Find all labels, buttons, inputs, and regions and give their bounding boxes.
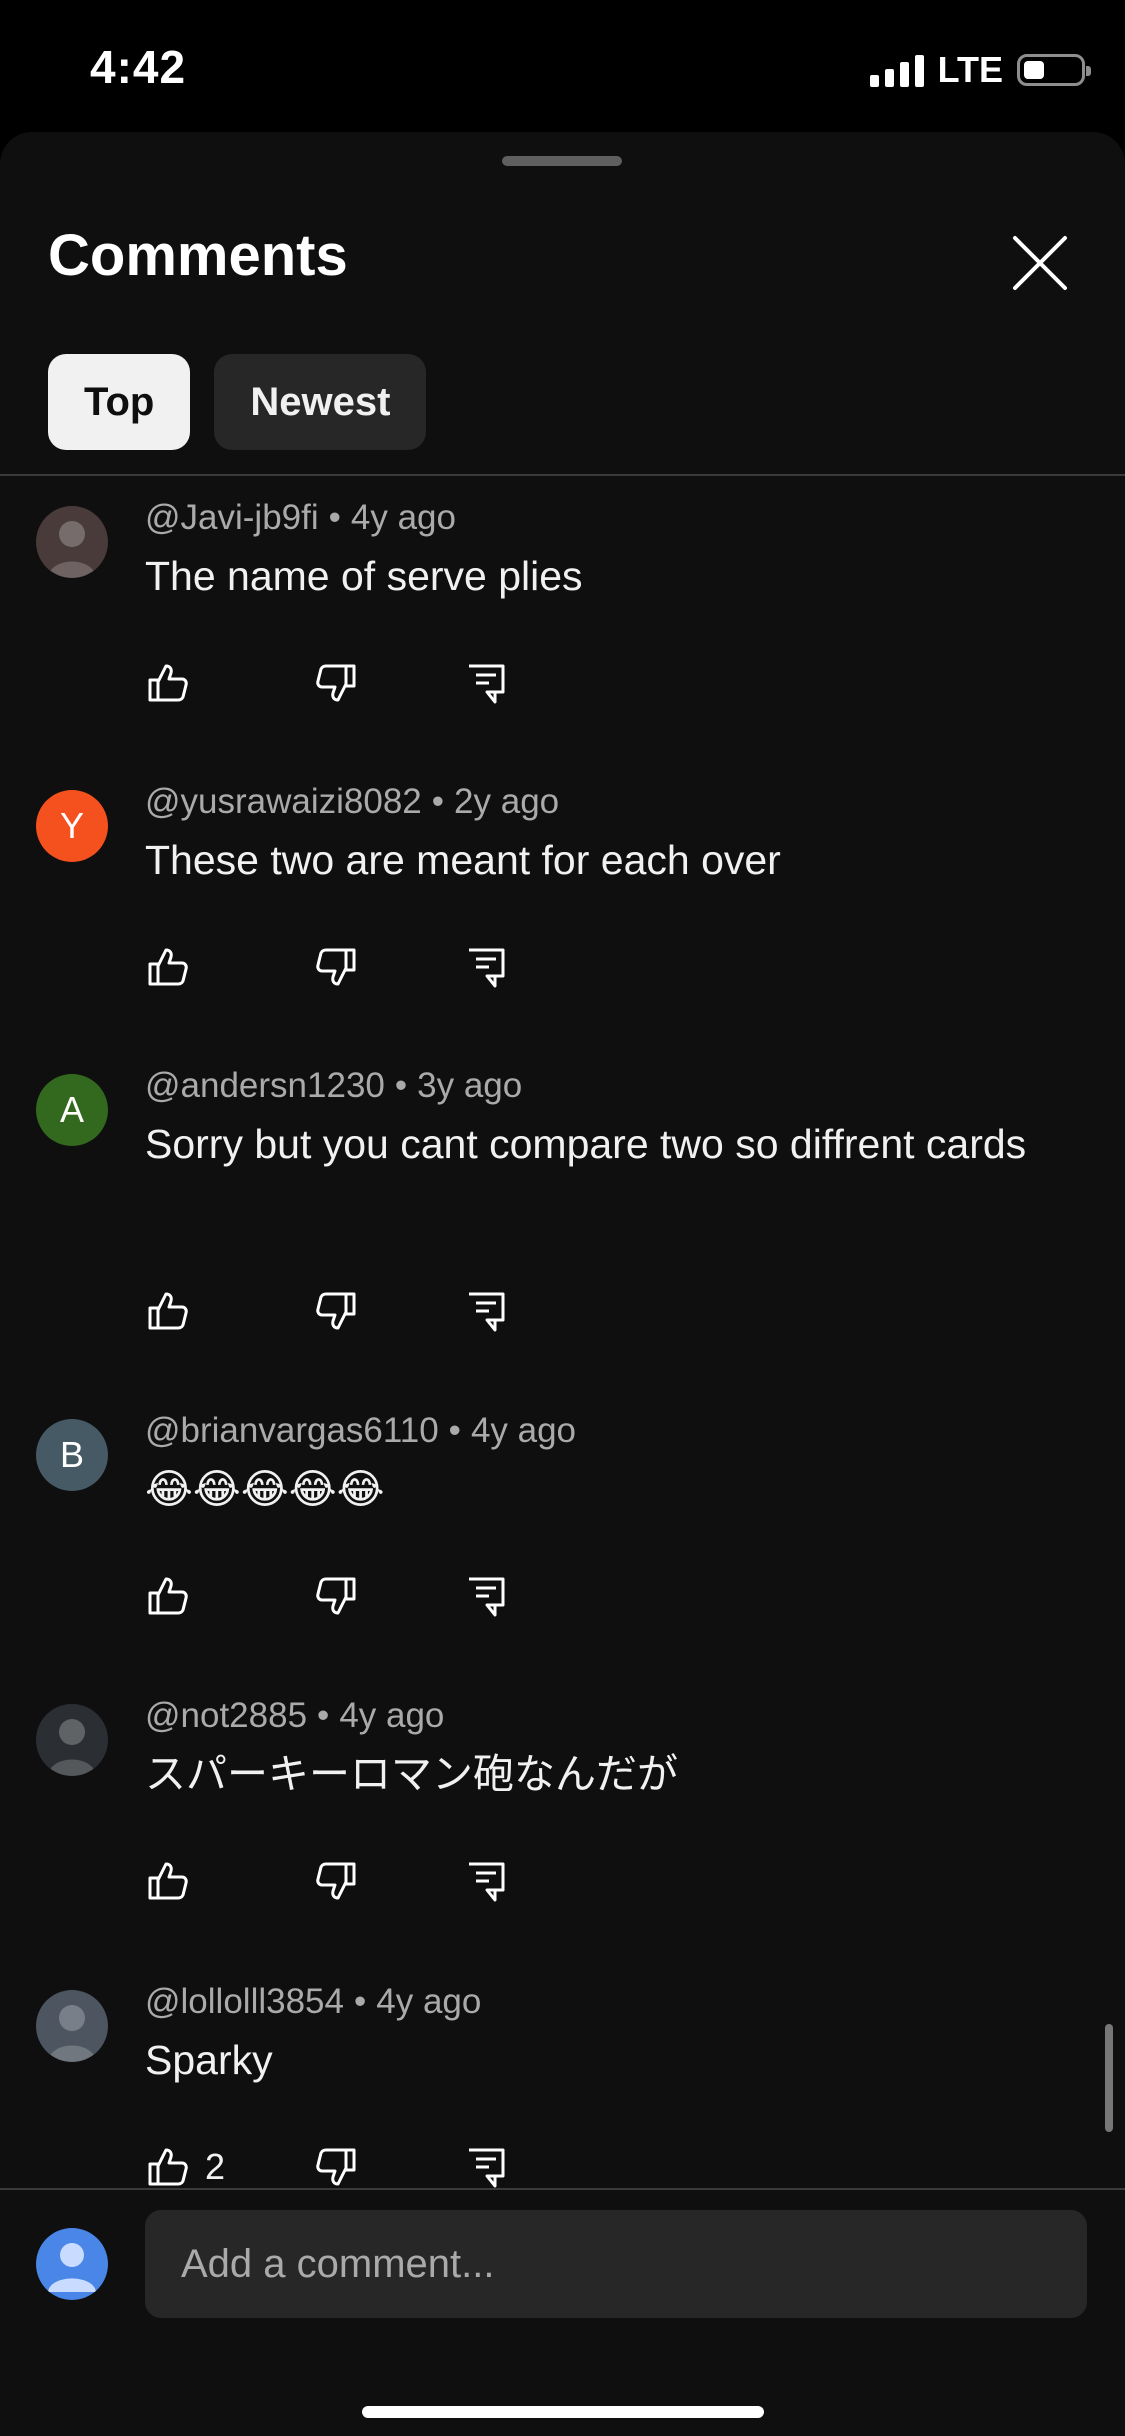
avatar[interactable]: B xyxy=(36,1419,108,1491)
thumb-down-icon xyxy=(313,1292,359,1338)
separator-dot: • xyxy=(448,1411,461,1450)
avatar xyxy=(36,2228,108,2300)
profile-photo-icon xyxy=(48,2005,96,2062)
avatar-letter: B xyxy=(59,1434,84,1475)
reply-button[interactable] xyxy=(463,1858,509,1904)
status-indicators: LTE xyxy=(869,49,1091,90)
reply-icon xyxy=(463,1577,509,1623)
comment-author[interactable]: @lollolll3854 xyxy=(145,1982,344,2021)
comment-meta: @brianvargas6110 • 4y ago xyxy=(145,1411,576,1451)
profile-photo-icon xyxy=(48,521,96,578)
chip-newest[interactable]: Newest xyxy=(214,354,427,450)
like-button[interactable] xyxy=(145,1858,191,1904)
reply-button[interactable] xyxy=(463,660,509,706)
comment-meta: @yusrawaizi8082 • 2y ago xyxy=(145,782,559,822)
close-button[interactable] xyxy=(1005,228,1075,298)
comment-text: Sparky xyxy=(145,2037,273,2083)
comment-author[interactable]: @not2885 xyxy=(145,1696,307,1735)
reply-icon xyxy=(463,1292,509,1338)
comment-age: 4y ago xyxy=(350,498,456,537)
signal-icon xyxy=(869,53,924,87)
like-button[interactable] xyxy=(145,2144,191,2190)
dislike-button[interactable] xyxy=(313,1858,359,1904)
sort-chips: Top Newest xyxy=(48,354,427,450)
user-icon xyxy=(48,2243,96,2292)
like-count: 2 xyxy=(205,2146,226,2187)
scrollbar[interactable] xyxy=(1105,2024,1113,2132)
separator-dot: • xyxy=(394,1066,408,1105)
comment-meta: @andersn1230 • 3y ago xyxy=(145,1066,522,1106)
avatar[interactable]: A xyxy=(36,1074,108,1146)
comment-text: The name of serve plies xyxy=(145,553,583,599)
separator-dot: • xyxy=(353,1982,367,2021)
close-icon xyxy=(1013,236,1067,290)
comment-author[interactable]: @andersn1230 xyxy=(145,1066,385,1105)
comment-text: スパーキーロマン砲なんだが xyxy=(145,1751,678,1797)
comment-text: 😂😂😂😂😂 xyxy=(145,1466,385,1512)
like-button[interactable] xyxy=(145,944,191,990)
sheet-title: Comments xyxy=(48,223,348,288)
reply-button[interactable] xyxy=(463,2144,509,2190)
comment-age: 4y ago xyxy=(470,1411,577,1450)
like-button[interactable] xyxy=(145,660,191,706)
separator-dot: • xyxy=(328,498,341,537)
avatar-letter: A xyxy=(59,1089,84,1130)
thumb-up-icon xyxy=(145,1292,191,1338)
thumb-up-icon xyxy=(145,664,191,710)
profile-photo-icon xyxy=(48,1719,96,1776)
separator-dot: • xyxy=(431,782,445,821)
thumb-down-icon xyxy=(313,948,359,994)
network-label: LTE xyxy=(937,49,1003,90)
reply-icon xyxy=(463,948,509,994)
thumb-up-icon xyxy=(145,1862,191,1908)
avatar[interactable] xyxy=(36,506,108,578)
comment-author[interactable]: @Javi-jb9fi xyxy=(145,498,319,537)
dislike-button[interactable] xyxy=(313,660,359,706)
comment-meta: @Javi-jb9fi • 4y ago xyxy=(145,498,456,538)
thumb-down-icon xyxy=(313,664,359,710)
dislike-button[interactable] xyxy=(313,1573,359,1619)
avatar[interactable]: Y xyxy=(36,790,108,862)
avatar[interactable] xyxy=(36,1704,108,1776)
comment-text: These two are meant for each over xyxy=(145,837,781,883)
avatar[interactable] xyxy=(36,1990,108,2062)
drag-handle[interactable] xyxy=(502,156,622,166)
reply-button[interactable] xyxy=(463,1573,509,1619)
reply-icon xyxy=(463,1862,509,1908)
reply-icon xyxy=(463,664,509,710)
like-button[interactable] xyxy=(145,1288,191,1334)
like-button[interactable] xyxy=(145,1573,191,1619)
status-time: 4:42 xyxy=(90,41,187,93)
thumb-up-icon xyxy=(145,948,191,994)
comment-author[interactable]: @brianvargas6110 xyxy=(145,1411,439,1450)
comment-input[interactable] xyxy=(145,2210,1087,2318)
reply-button[interactable] xyxy=(463,1288,509,1334)
comment-age: 4y ago xyxy=(376,1982,482,2021)
home-indicator xyxy=(362,2406,764,2418)
thumb-down-icon xyxy=(313,1577,359,1623)
comment-text: Sorry but you cant compare two so diffre… xyxy=(145,1121,1027,1167)
comment-input-bar xyxy=(0,2188,1125,2436)
thumb-down-icon xyxy=(313,1862,359,1908)
chip-top[interactable]: Top xyxy=(48,354,191,450)
avatar-letter: Y xyxy=(59,805,84,846)
dislike-button[interactable] xyxy=(313,2144,359,2190)
comments-list[interactable]: @Javi-jb9fi • 4y ago The name of serve plie… xyxy=(0,476,1125,2320)
comment-meta: @lollolll3854 • 4y ago xyxy=(145,1982,481,2022)
status-bar: 4:42 LTE xyxy=(0,0,1125,132)
reply-button[interactable] xyxy=(463,944,509,990)
comment-author[interactable]: @yusrawaizi8082 xyxy=(145,782,422,821)
comment-age: 4y ago xyxy=(339,1696,445,1735)
dislike-button[interactable] xyxy=(313,944,359,990)
separator-dot: • xyxy=(317,1696,330,1735)
thumb-up-icon xyxy=(145,1577,191,1623)
dislike-button[interactable] xyxy=(313,1288,359,1334)
comment-age: 2y ago xyxy=(454,782,560,821)
comment-age: 3y ago xyxy=(417,1066,523,1105)
comment-meta: @not2885 • 4y ago xyxy=(145,1696,444,1736)
battery-icon xyxy=(1017,54,1091,86)
comments-sheet: Comments Top Newest @Javi-jb9fi • 4y ago Th… xyxy=(0,132,1125,2436)
